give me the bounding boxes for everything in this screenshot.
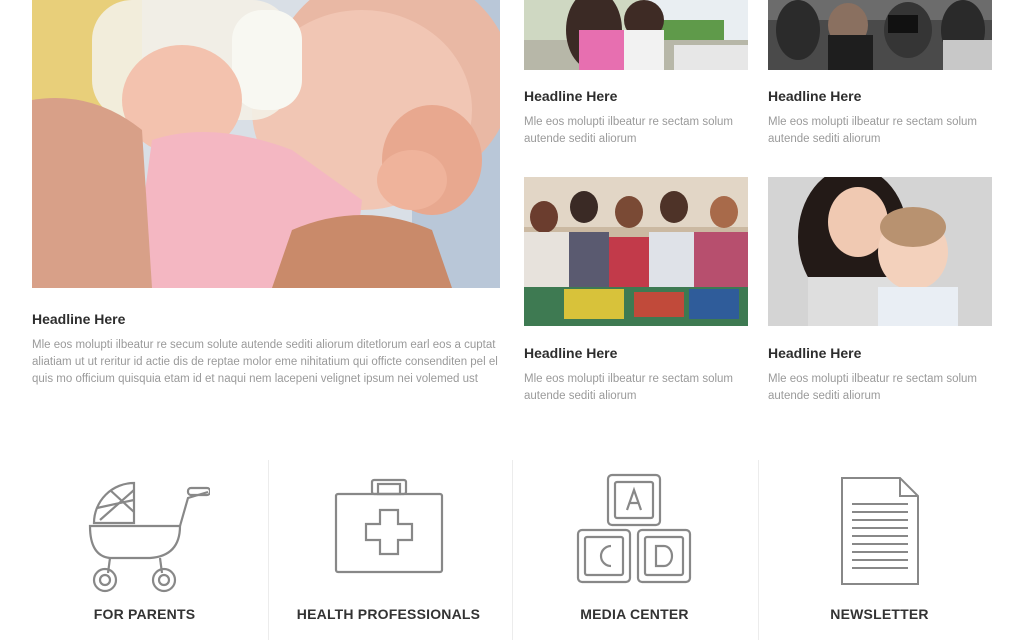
feature-label: NEWSLETTER <box>830 606 929 622</box>
article-text: Mle eos molupti ilbeatur re sectam solum… <box>768 373 977 402</box>
article-photo[interactable] <box>768 177 992 326</box>
article-photo[interactable] <box>768 0 992 70</box>
document-icon <box>840 477 919 585</box>
featured-photo[interactable] <box>32 0 500 288</box>
toy-blocks-icon <box>576 473 691 584</box>
article-headline[interactable]: Headline Here <box>524 345 617 361</box>
article-headline[interactable]: Headline Here <box>524 88 617 104</box>
first-aid-kit-icon <box>334 478 443 574</box>
article-headline[interactable]: Headline Here <box>768 88 861 104</box>
featured-headline[interactable]: Headline Here <box>32 311 125 327</box>
article-text: Mle eos molupti ilbeatur re sectam solum… <box>524 373 733 402</box>
feature-label: MEDIA CENTER <box>580 606 689 622</box>
article-text: Mle eos molupti ilbeatur re sectam solum… <box>768 116 977 145</box>
feature-newsletter[interactable]: NEWSLETTER <box>757 440 1002 640</box>
feature-health-professionals[interactable]: HEALTH PROFESSIONALS <box>266 440 511 640</box>
feature-for-parents[interactable]: FOR PARENTS <box>22 440 267 640</box>
article-photo[interactable] <box>524 177 748 326</box>
article-text: Mle eos molupti ilbeatur re sectam solum… <box>524 116 733 145</box>
stroller-icon <box>88 481 210 593</box>
article-headline[interactable]: Headline Here <box>768 345 861 361</box>
featured-text: Mle eos molupti ilbeatur re secum solute… <box>32 339 498 385</box>
feature-label: HEALTH PROFESSIONALS <box>296 606 481 622</box>
feature-media-center[interactable]: MEDIA CENTER <box>512 440 757 640</box>
feature-label: FOR PARENTS <box>93 606 196 622</box>
article-photo[interactable] <box>524 0 748 70</box>
